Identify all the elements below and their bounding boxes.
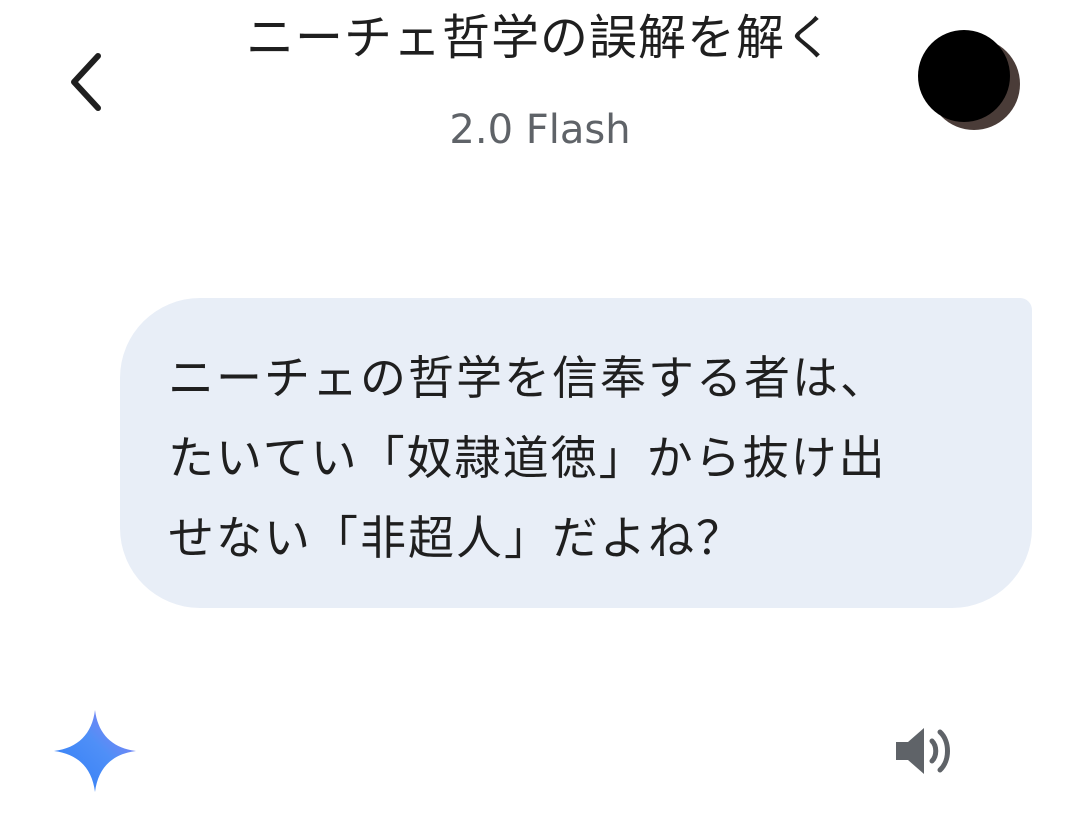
chat-screen: ニーチェ哲学の誤解を解く 2.0 Flash ニーチェの哲学を信奉する者は、 た… [0, 0, 1080, 839]
speaker-icon [896, 728, 950, 774]
read-aloud-button[interactable] [890, 722, 956, 780]
back-button[interactable] [58, 50, 114, 114]
avatar-image [918, 30, 1010, 122]
avatar[interactable] [916, 30, 1020, 134]
user-message-line: たいてい「奴隷道徳」から抜け出 [168, 431, 887, 485]
chevron-left-icon [71, 53, 101, 111]
user-message-bubble: ニーチェの哲学を信奉する者は、 たいてい「奴隷道徳」から抜け出 せない「非超人」… [120, 298, 1032, 608]
model-label[interactable]: 2.0 Flash [330, 104, 750, 156]
user-message-text: ニーチェの哲学を信奉する者は、 たいてい「奴隷道徳」から抜け出 せない「非超人」… [168, 338, 1008, 578]
user-message-line: ニーチェの哲学を信奉する者は、 [168, 351, 888, 405]
user-message-line: せない「非超人」だよね？ [168, 511, 744, 565]
conversation-title: ニーチェ哲学の誤解を解く [245, 10, 834, 66]
gemini-sparkle-icon [54, 710, 136, 792]
